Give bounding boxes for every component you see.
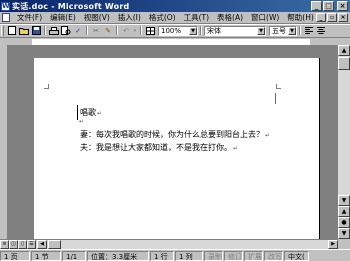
status-overtype[interactable]: 改写 — [264, 250, 283, 261]
margin-marker — [275, 93, 276, 104]
status-page: 1 页 — [0, 250, 30, 261]
status-section: 1 节 — [31, 250, 61, 261]
minimize-button[interactable]: _ — [311, 1, 322, 11]
cut-icon[interactable]: ✂ — [91, 26, 102, 36]
menu-bar: 文件(F) 编辑(E) 视图(V) 插入(I) 格式(O) 工具(T) 表格(A… — [0, 12, 350, 24]
outline-view-icon[interactable]: ☰ — [27, 240, 36, 249]
margin-corner-mark — [44, 84, 49, 89]
paragraph-mark: ↵ — [265, 132, 271, 139]
status-page-of: 1/1 — [62, 250, 86, 261]
status-language: 中文( — [284, 250, 309, 261]
font-name-value: 宋体 — [207, 26, 221, 35]
window-title: 实话.doc - Microsoft Word — [12, 1, 130, 11]
toolbar-separator — [116, 26, 118, 35]
print-icon[interactable] — [49, 26, 60, 36]
paragraph-mark: ↵ — [233, 145, 239, 152]
doc-minimize-button[interactable]: _ — [316, 13, 326, 22]
menu-format[interactable]: 格式(O) — [145, 12, 180, 23]
doc-restore-button[interactable]: ▫ — [327, 13, 337, 22]
align-center-icon[interactable] — [316, 26, 327, 36]
doc-line-wife-text: 妻：每次我唱歌的时候，你为什么总要到阳台上去？ — [80, 130, 264, 139]
toolbar-separator — [44, 26, 46, 35]
title-bar: W 实话.doc - Microsoft Word _ □ × — [0, 0, 350, 12]
toolbar-separator — [299, 26, 301, 35]
scroll-left-icon[interactable]: ◀ — [37, 240, 47, 249]
menu-help[interactable]: 帮助(H) — [283, 12, 318, 23]
menu-table[interactable]: 表格(A) — [213, 12, 247, 23]
menu-file[interactable]: 文件(F) — [13, 12, 46, 23]
chevron-down-icon[interactable]: ▼ — [189, 26, 197, 35]
status-track-changes[interactable]: 修订 — [224, 250, 243, 261]
undo-icon[interactable]: ↶ — [121, 26, 132, 36]
open-folder-icon[interactable] — [19, 26, 30, 36]
print-view-icon[interactable]: ▯ — [18, 240, 27, 249]
status-line: 1 行 — [150, 250, 174, 261]
horizontal-scroll-thumb[interactable] — [48, 240, 61, 249]
zoom-value: 100% — [161, 26, 182, 35]
chevron-down-icon[interactable]: ▼ — [288, 26, 296, 35]
empty-paragraph-mark: ↵ — [79, 118, 85, 125]
horizontal-ruler[interactable] — [0, 37, 350, 45]
scroll-right-icon[interactable]: ▶ — [328, 240, 338, 249]
format-painter-icon[interactable]: ✎ — [103, 26, 114, 36]
scroll-up-icon[interactable]: ▲ — [338, 45, 350, 56]
scroll-thumb[interactable] — [338, 57, 350, 70]
menu-view[interactable]: 视图(V) — [80, 12, 114, 23]
zoom-select[interactable]: 100% ▼ — [158, 25, 198, 36]
paragraph-mark: ↵ — [97, 110, 103, 117]
status-record[interactable]: 录制 — [204, 250, 223, 261]
table-icon[interactable] — [145, 26, 156, 36]
text-caret — [77, 105, 78, 120]
document-icon[interactable] — [2, 13, 10, 22]
standard-toolbar: ✓ ✂ ✎ ↶ ▾ 100% ▼ 宋体 ▼ 五号 ▼ — [0, 24, 350, 36]
font-size-value: 五号 — [272, 26, 286, 35]
scroll-down-icon[interactable]: ▼ — [338, 195, 350, 206]
status-extend[interactable]: 扩展 — [244, 250, 263, 261]
align-left-icon[interactable] — [304, 26, 315, 36]
vertical-ruler[interactable] — [0, 45, 8, 239]
save-icon[interactable] — [31, 26, 42, 36]
doc-line-husband[interactable]: 夫：我是想让大家都知道，不是我在打你。↵ — [80, 143, 238, 154]
doc-close-button[interactable]: × — [338, 13, 348, 22]
select-browse-object-icon[interactable]: ● — [338, 217, 350, 228]
toolbar-separator — [86, 26, 88, 35]
menu-window[interactable]: 窗口(W) — [247, 12, 283, 23]
status-position: 位置：3.3厘米 — [87, 250, 149, 261]
toolbar-separator — [140, 26, 142, 35]
doc-line-wife[interactable]: 妻：每次我唱歌的时候，你为什么总要到阳台上去？↵ — [80, 130, 270, 141]
new-document-icon[interactable] — [7, 26, 18, 36]
maximize-button[interactable]: □ — [323, 1, 334, 11]
close-button[interactable]: × — [337, 1, 348, 11]
doc-line-husband-text: 夫：我是想让大家都知道，不是我在打你。 — [80, 143, 232, 152]
doc-heading-text: 唱歌 — [80, 108, 96, 117]
normal-view-icon[interactable]: ≡ — [0, 240, 9, 249]
toolbar-separator — [200, 26, 202, 35]
word-app-icon[interactable]: W — [1, 1, 10, 11]
print-preview-icon[interactable] — [61, 26, 72, 36]
chevron-down-icon[interactable]: ▼ — [257, 26, 265, 35]
previous-page-icon[interactable]: ▲ — [338, 206, 350, 217]
font-name-select[interactable]: 宋体 ▼ — [204, 25, 266, 36]
margin-corner-mark — [276, 84, 281, 89]
web-view-icon[interactable]: ◫ — [9, 240, 18, 249]
menu-insert[interactable]: 插入(I) — [114, 12, 145, 23]
vertical-scrollbar[interactable]: ▲ ▼ ▲ ● ▼ — [338, 45, 350, 239]
menu-edit[interactable]: 编辑(E) — [46, 12, 80, 23]
next-page-icon[interactable]: ▼ — [338, 228, 350, 239]
menu-tools[interactable]: 工具(T) — [180, 12, 213, 23]
toolbar-grip[interactable] — [1, 25, 4, 36]
undo-dropdown-icon[interactable]: ▾ — [133, 26, 138, 36]
status-column: 1 列 — [175, 250, 203, 261]
spelling-check-icon[interactable]: ✓ — [73, 26, 84, 36]
status-bar: 1 页 1 节 1/1 位置：3.3厘米 1 行 1 列 录制 修订 扩展 改写… — [0, 249, 350, 261]
font-size-select[interactable]: 五号 ▼ — [269, 25, 297, 36]
horizontal-scrollbar[interactable]: ≡ ◫ ▯ ☰ ◀ ▶ — [0, 239, 338, 249]
